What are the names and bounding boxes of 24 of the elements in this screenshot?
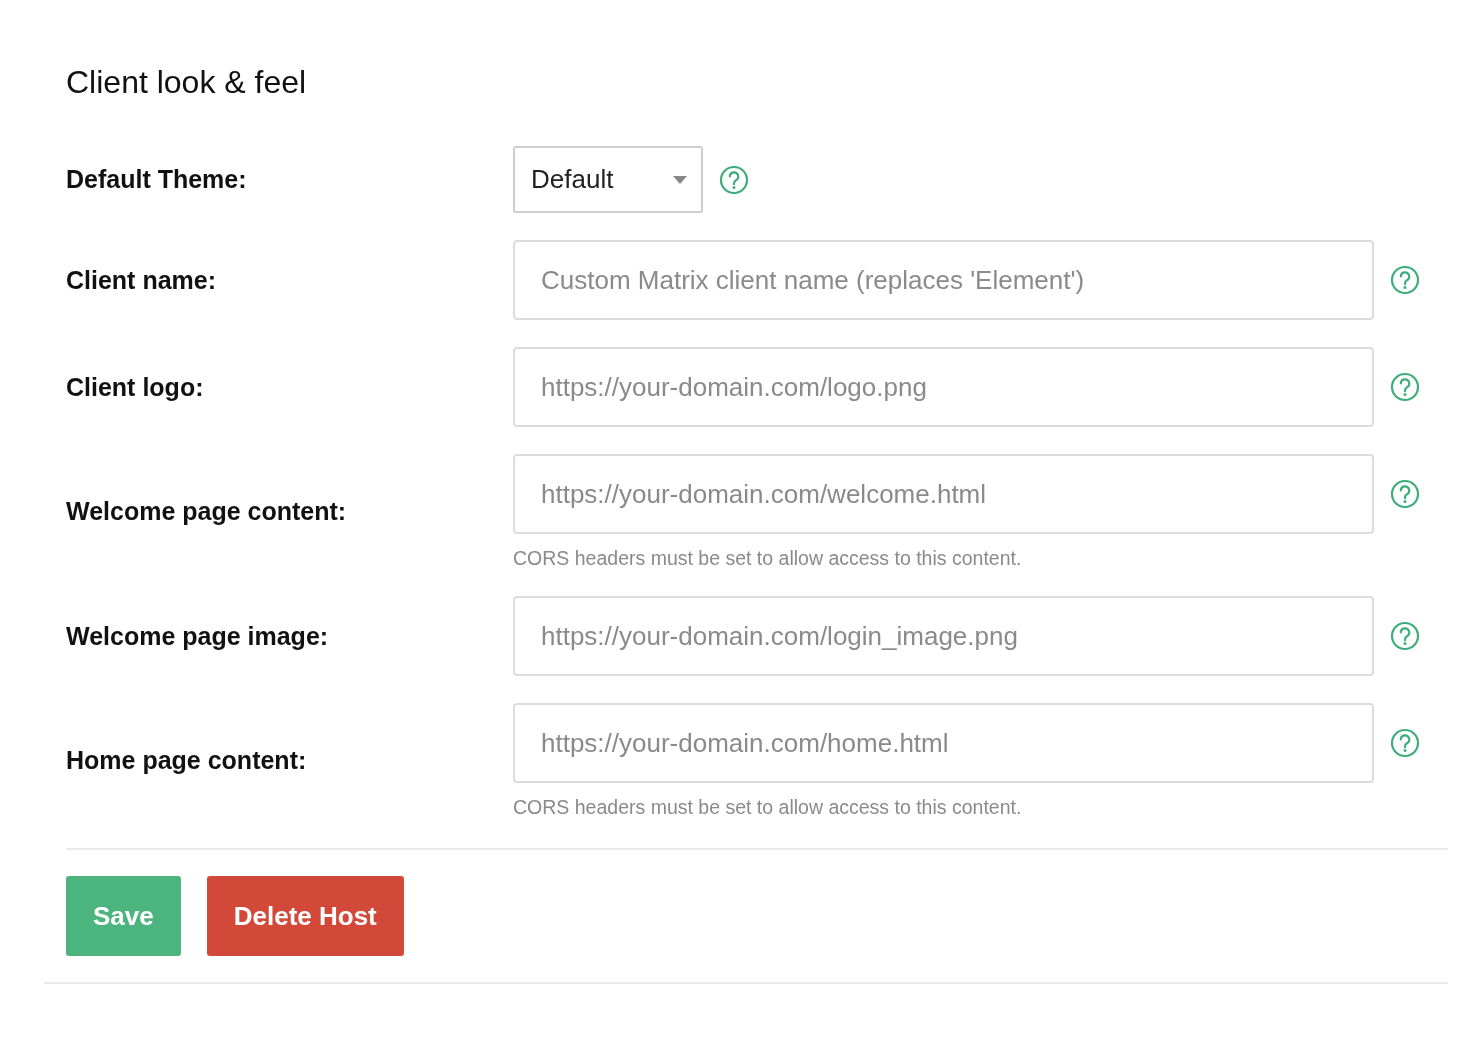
section-title: Client look & feel: [66, 63, 308, 102]
help-icon[interactable]: [1390, 479, 1420, 509]
help-icon[interactable]: [1390, 621, 1420, 651]
field-label: Default Theme:: [66, 165, 248, 194]
hint-text: CORS headers must be set to allow access to this content.: [513, 547, 1023, 569]
theme-dropdown[interactable]: Default: [513, 146, 703, 213]
help-icon[interactable]: [1390, 372, 1420, 402]
text-field[interactable]: Custom Matrix client name (replaces 'Element'): [513, 240, 1374, 320]
text-field[interactable]: https://your-domain.com/welcome.html: [513, 454, 1374, 534]
help-icon[interactable]: [1390, 265, 1420, 295]
save-button[interactable]: Save: [66, 876, 181, 956]
field-label: Client name:: [66, 265, 218, 295]
text-field[interactable]: https://your-domain.com/home.html: [513, 703, 1374, 783]
help-icon[interactable]: [1390, 728, 1420, 758]
help-icon[interactable]: [719, 164, 749, 195]
text-field[interactable]: https://your-domain.com/login_image.png: [513, 596, 1374, 676]
field-label: Welcome page content:: [66, 497, 348, 526]
field-label: Client logo:: [66, 372, 205, 402]
field-label: Welcome page image:: [66, 621, 330, 651]
hint-text: CORS headers must be set to allow access to this content.: [513, 796, 1023, 818]
delete-button[interactable]: Delete Host: [206, 876, 404, 956]
caret-icon: [673, 175, 687, 184]
text-field[interactable]: https://your-domain.com/logo.png: [513, 347, 1374, 427]
field-label: Home page content:: [66, 746, 308, 775]
